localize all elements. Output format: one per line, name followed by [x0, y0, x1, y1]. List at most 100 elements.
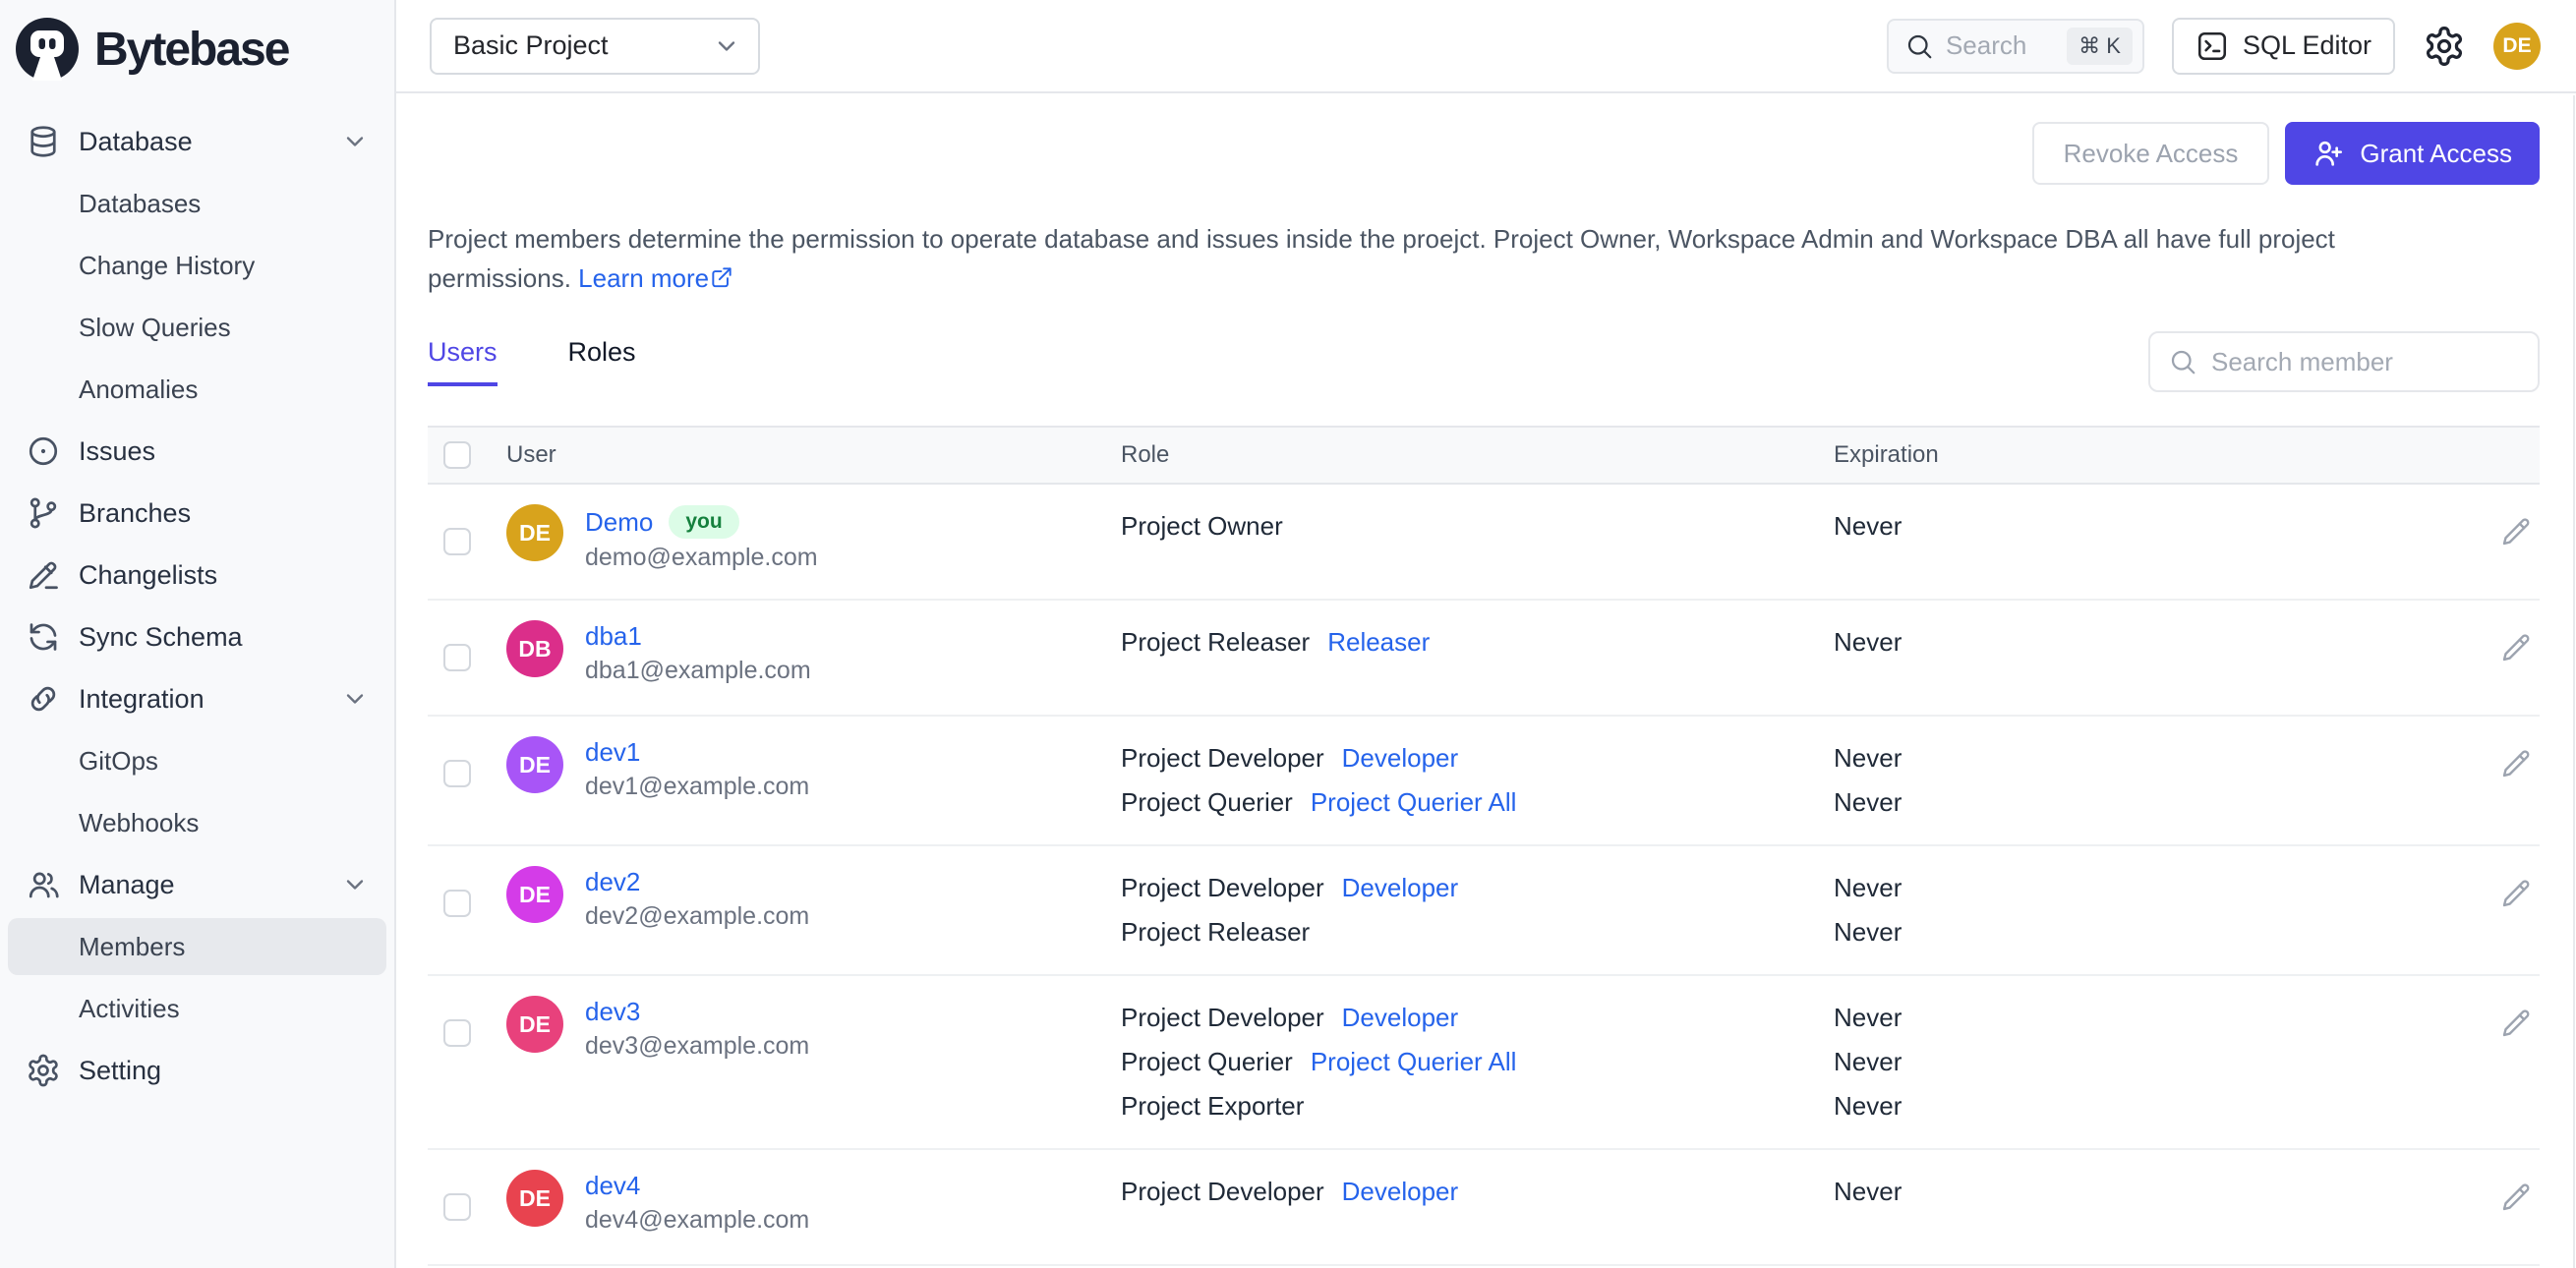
table-row: DB dba1 dba1@example.com Project Release… — [428, 601, 2540, 717]
tab-roles[interactable]: Roles — [568, 337, 636, 386]
sidebar-item-database[interactable]: Database — [8, 113, 386, 170]
sidebar-item-issues[interactable]: Issues — [8, 423, 386, 480]
sidebar-item-label: Changelists — [79, 559, 218, 590]
sidebar-item-change-history[interactable]: Change History — [8, 237, 386, 294]
sidebar-item-integration[interactable]: Integration — [8, 670, 386, 727]
edit-member-button[interactable] — [2500, 516, 2532, 548]
user-avatar[interactable]: DE — [2493, 22, 2541, 70]
role-line: Project Querier Project Querier All — [1121, 1040, 1814, 1084]
table-row: DE dev2 dev2@example.com Project Develop… — [428, 846, 2540, 976]
settings-gear-icon[interactable] — [2423, 25, 2466, 68]
edit-member-button[interactable] — [2500, 1182, 2532, 1213]
role-link[interactable]: Developer — [1342, 1177, 1459, 1207]
expiration-value: Never — [1834, 1091, 1903, 1121]
edit-member-button[interactable] — [2500, 632, 2532, 663]
row-checkbox[interactable] — [443, 644, 471, 671]
sidebar-item-setting[interactable]: Setting — [8, 1042, 386, 1099]
role-line: Project Querier Project Querier All — [1121, 780, 1814, 825]
member-name-link[interactable]: Demo — [585, 507, 653, 538]
bytebase-logo-icon — [16, 18, 79, 81]
sidebar-item-webhooks[interactable]: Webhooks — [8, 794, 386, 851]
search-icon — [2168, 347, 2197, 376]
global-search-input[interactable] — [1943, 29, 2058, 62]
sidebar-item-branches[interactable]: Branches — [8, 485, 386, 542]
role-line: Project Developer Developer — [1121, 996, 1814, 1040]
role-name: Project Releaser — [1121, 627, 1311, 657]
role-name: Project Developer — [1121, 1003, 1324, 1032]
member-search[interactable] — [2148, 331, 2540, 392]
avatar: DE — [506, 504, 563, 561]
sidebar-item-gitops[interactable]: GitOps — [8, 732, 386, 789]
revoke-access-button[interactable]: Revoke Access — [2031, 122, 2270, 185]
member-name-link[interactable]: dev4 — [585, 1171, 640, 1201]
sidebar-item-label: Slow Queries — [79, 312, 231, 342]
role-name: Project Releaser — [1121, 917, 1311, 947]
select-all-checkbox[interactable] — [443, 441, 471, 469]
sidebar-item-changelists[interactable]: Changelists — [8, 547, 386, 604]
user-cell: DE dev2 dev2@example.com — [487, 866, 1101, 931]
table-row: DE dev1 dev1@example.com Project Develop… — [428, 717, 2540, 846]
table-header: User Role Expiration — [428, 426, 2540, 485]
scrollbar-track[interactable] — [2573, 95, 2575, 1268]
sidebar-nav: Database Databases Change History Slow Quer… — [0, 92, 394, 1099]
role-name: Project Developer — [1121, 1177, 1324, 1206]
sidebar-item-slow-queries[interactable]: Slow Queries — [8, 299, 386, 356]
sidebar-item-label: Branches — [79, 497, 192, 528]
sidebar-item-sync-schema[interactable]: Sync Schema — [8, 608, 386, 665]
sidebar-item-manage[interactable]: Manage — [8, 856, 386, 913]
sidebar-item-label: Integration — [79, 683, 205, 714]
edit-member-button[interactable] — [2500, 748, 2532, 779]
expiration-cell: Never — [1814, 504, 2471, 548]
avatar: DE — [506, 996, 563, 1053]
sidebar-item-label: Anomalies — [79, 374, 199, 404]
member-search-input[interactable] — [2209, 345, 2520, 378]
search-icon — [1904, 31, 1934, 61]
roles-cell: Project Developer Developer Project Quer… — [1101, 736, 1814, 825]
sidebar-item-label: Change History — [79, 250, 256, 280]
sidebar-item-label: Activities — [79, 993, 180, 1023]
sql-editor-button[interactable]: SQL Editor — [2171, 17, 2395, 75]
role-link[interactable]: Developer — [1342, 743, 1459, 774]
global-search[interactable]: ⌘ K — [1886, 18, 2144, 74]
row-checkbox[interactable] — [443, 528, 471, 555]
tab-users[interactable]: Users — [428, 337, 498, 386]
expiration-value: Never — [1834, 627, 1903, 657]
sidebar-item-label: Setting — [79, 1055, 162, 1085]
edit-member-button[interactable] — [2500, 878, 2532, 909]
role-link[interactable]: Developer — [1342, 1003, 1459, 1033]
sidebar-item-label: Issues — [79, 435, 156, 466]
project-selector-value: Basic Project — [453, 30, 609, 60]
you-badge: you — [669, 505, 739, 539]
member-name-link[interactable]: dba1 — [585, 621, 642, 652]
row-checkbox[interactable] — [443, 890, 471, 917]
sidebar-item-databases[interactable]: Databases — [8, 175, 386, 232]
sidebar-item-activities[interactable]: Activities — [8, 980, 386, 1037]
role-link[interactable]: Project Querier All — [1311, 787, 1517, 818]
project-selector[interactable]: Basic Project — [430, 17, 760, 75]
roles-cell: Project Developer Developer Project Quer… — [1101, 996, 1814, 1128]
role-link[interactable]: Releaser — [1327, 627, 1430, 658]
bytebase-logo[interactable]: Bytebase — [0, 0, 394, 92]
expiration-value: Never — [1834, 511, 1903, 541]
row-checkbox[interactable] — [443, 1193, 471, 1221]
role-link[interactable]: Project Querier All — [1311, 1047, 1517, 1077]
member-email: dev4@example.com — [585, 1206, 810, 1234]
changelist-icon — [26, 557, 61, 593]
row-checkbox[interactable] — [443, 1019, 471, 1047]
member-name-link[interactable]: dev3 — [585, 997, 640, 1027]
edit-member-button[interactable] — [2500, 1008, 2532, 1039]
sidebar-item-anomalies[interactable]: Anomalies — [8, 361, 386, 418]
grant-access-button[interactable]: Grant Access — [2285, 122, 2540, 185]
member-name-link[interactable]: dev1 — [585, 737, 640, 768]
role-link[interactable]: Developer — [1342, 873, 1459, 903]
member-name-link[interactable]: dev2 — [585, 867, 640, 897]
external-link-icon — [709, 261, 734, 288]
expiration-cell: Never Never Never — [1814, 996, 2471, 1128]
sidebar-item-members[interactable]: Members — [8, 918, 386, 975]
avatar: DE — [506, 1170, 563, 1227]
expiration-cell: Never — [1814, 1170, 2471, 1214]
learn-more-link[interactable]: Learn more — [578, 263, 734, 293]
table-row: DE dev3 dev3@example.com Project Develop… — [428, 976, 2540, 1150]
row-checkbox[interactable] — [443, 760, 471, 787]
members-table: User Role Expiration DE Demo you demo@ex… — [428, 426, 2540, 1266]
